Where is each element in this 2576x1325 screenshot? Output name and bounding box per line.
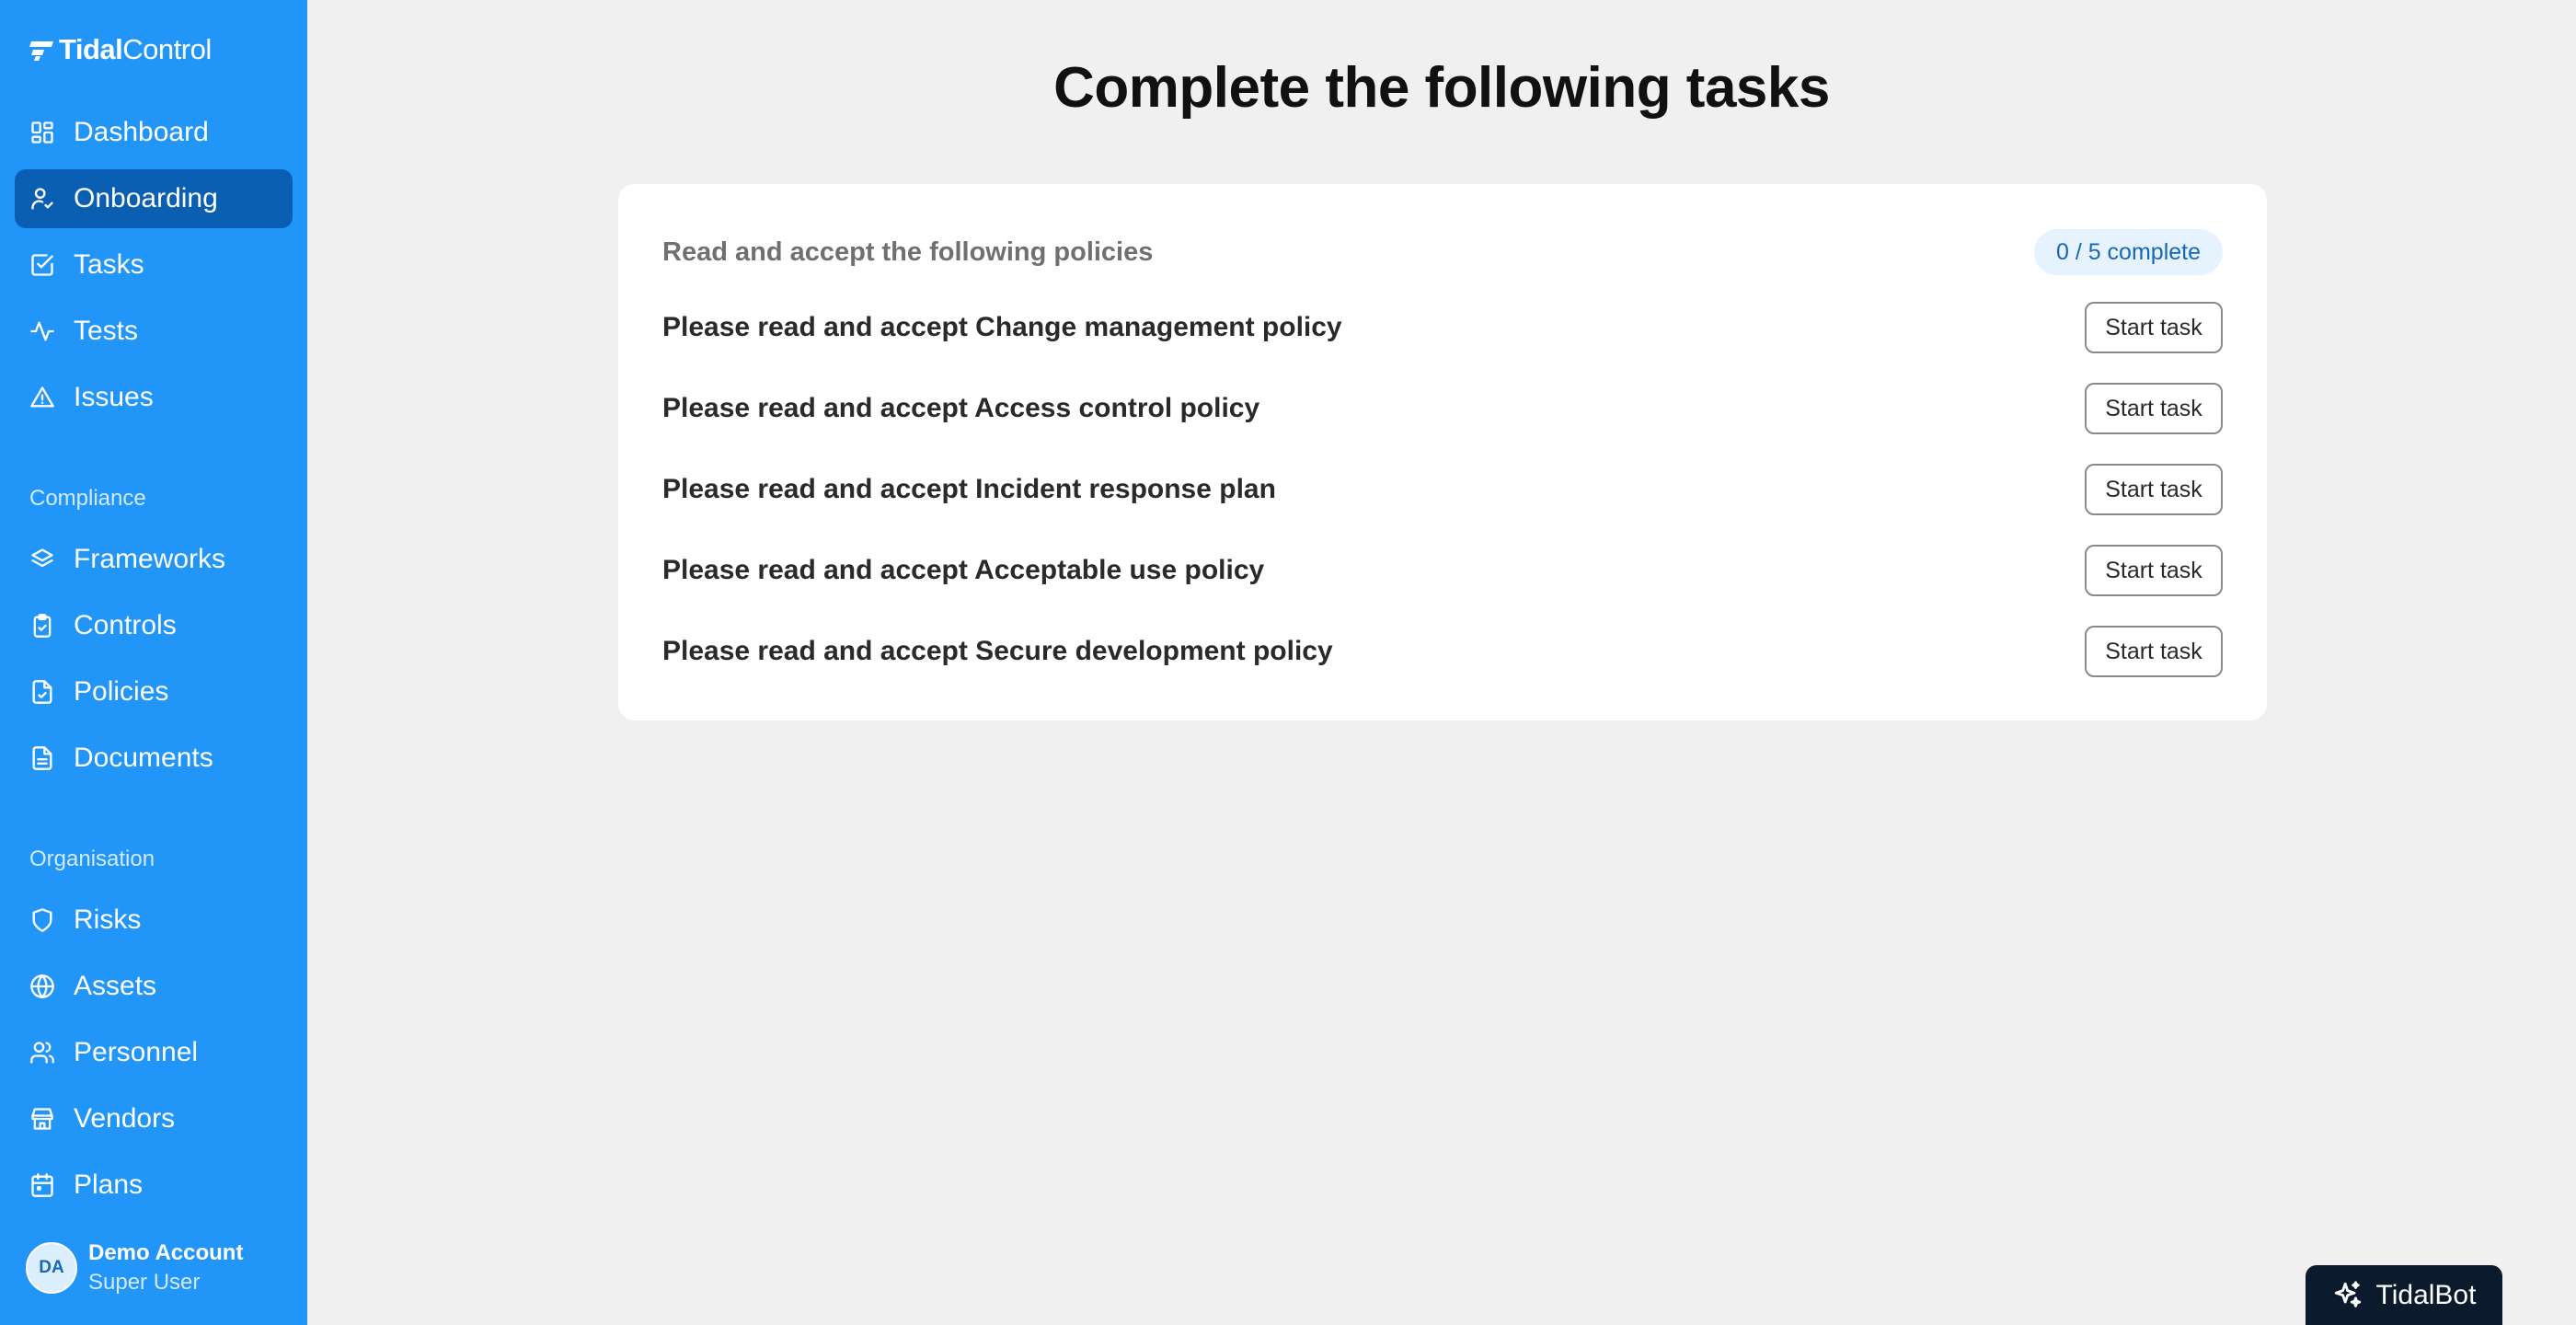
user-menu[interactable]: DA Demo Account Super User	[26, 1239, 243, 1297]
users-icon	[29, 1040, 55, 1066]
sidebar: Tidal Control Dashboard Onboarding Tasks …	[0, 0, 307, 1325]
sidebar-item-frameworks[interactable]: Frameworks	[15, 530, 293, 589]
sidebar-item-label: Frameworks	[74, 544, 226, 574]
task-title: Please read and accept Change management…	[662, 312, 1342, 342]
task-title: Please read and accept Acceptable use po…	[662, 555, 1265, 585]
sidebar-item-policies[interactable]: Policies	[15, 662, 293, 721]
file-check-icon	[29, 679, 55, 705]
sidebar-item-assets[interactable]: Assets	[15, 957, 293, 1016]
task-row: Please read and accept Access control po…	[662, 381, 2223, 436]
sidebar-item-label: Onboarding	[74, 183, 218, 213]
sidebar-item-dashboard[interactable]: Dashboard	[15, 103, 293, 162]
warning-icon	[29, 385, 55, 410]
sidebar-item-vendors[interactable]: Vendors	[15, 1089, 293, 1148]
sidebar-item-plans[interactable]: Plans	[15, 1156, 293, 1215]
task-title: Please read and accept Access control po…	[662, 393, 1260, 423]
sidebar-item-documents[interactable]: Documents	[15, 729, 293, 788]
sidebar-item-onboarding[interactable]: Onboarding	[15, 169, 293, 228]
task-row: Please read and accept Acceptable use po…	[662, 543, 2223, 598]
start-task-button[interactable]: Start task	[2085, 626, 2223, 677]
start-task-button[interactable]: Start task	[2085, 545, 2223, 596]
section-label-organisation: Organisation	[29, 847, 155, 871]
sidebar-item-personnel[interactable]: Personnel	[15, 1023, 293, 1082]
task-title: Please read and accept Secure developmen…	[662, 636, 1333, 666]
shield-icon	[29, 907, 55, 933]
section-label-compliance: Compliance	[29, 486, 146, 511]
sidebar-item-label: Issues	[74, 382, 154, 412]
status-badge: 0 / 5 complete	[2033, 229, 2223, 275]
store-icon	[29, 1106, 55, 1132]
checkbox-icon	[29, 252, 55, 278]
task-row: Please read and accept Incident response…	[662, 462, 2223, 517]
sidebar-item-risks[interactable]: Risks	[15, 891, 293, 950]
clipboard-check-icon	[29, 613, 55, 639]
sidebar-item-label: Personnel	[74, 1037, 199, 1067]
activity-icon	[29, 318, 55, 344]
avatar: DA	[26, 1242, 77, 1294]
page-title: Complete the following tasks	[1053, 56, 1830, 120]
card-header: Read and accept the following policies 0…	[662, 228, 2223, 276]
user-name: Demo Account	[88, 1240, 244, 1265]
sparkles-icon	[2334, 1280, 2361, 1308]
sidebar-item-label: Plans	[74, 1169, 144, 1200]
sidebar-item-label: Tasks	[74, 249, 144, 280]
brand-name-bold: Tidal	[59, 33, 123, 65]
tidal-logo-icon	[29, 41, 53, 61]
sidebar-item-label: Policies	[74, 676, 169, 707]
sidebar-item-label: Controls	[74, 610, 177, 640]
sidebar-item-label: Tests	[74, 316, 139, 346]
start-task-button[interactable]: Start task	[2085, 383, 2223, 434]
sidebar-item-tests[interactable]: Tests	[15, 302, 293, 361]
card-heading: Read and accept the following policies	[662, 236, 1154, 267]
task-title: Please read and accept Incident response…	[662, 474, 1276, 504]
user-role: Super User	[88, 1270, 201, 1295]
sidebar-item-label: Documents	[74, 743, 213, 773]
sidebar-item-controls[interactable]: Controls	[15, 596, 293, 655]
sidebar-item-label: Vendors	[74, 1103, 176, 1134]
start-task-button[interactable]: Start task	[2085, 464, 2223, 515]
sidebar-item-label: Risks	[74, 904, 142, 935]
brand-logo[interactable]: Tidal Control	[29, 31, 212, 68]
user-check-icon	[29, 186, 55, 212]
tidalbot-button[interactable]: TidalBot	[2306, 1265, 2502, 1325]
calendar-icon	[29, 1172, 55, 1198]
start-task-button[interactable]: Start task	[2085, 302, 2223, 353]
task-row: Please read and accept Change management…	[662, 300, 2223, 355]
sidebar-item-issues[interactable]: Issues	[15, 368, 293, 427]
sidebar-item-tasks[interactable]: Tasks	[15, 236, 293, 294]
sidebar-item-label: Dashboard	[74, 117, 209, 147]
sidebar-item-label: Assets	[74, 971, 157, 1001]
file-text-icon	[29, 745, 55, 771]
brand-name-light: Control	[122, 33, 212, 65]
globe-icon	[29, 974, 55, 999]
tidalbot-label: TidalBot	[2375, 1279, 2477, 1310]
policy-tasks-card: Read and accept the following policies 0…	[618, 184, 2267, 720]
dashboard-icon	[29, 120, 55, 145]
task-row: Please read and accept Secure developmen…	[662, 624, 2223, 679]
layers-icon	[29, 547, 55, 572]
